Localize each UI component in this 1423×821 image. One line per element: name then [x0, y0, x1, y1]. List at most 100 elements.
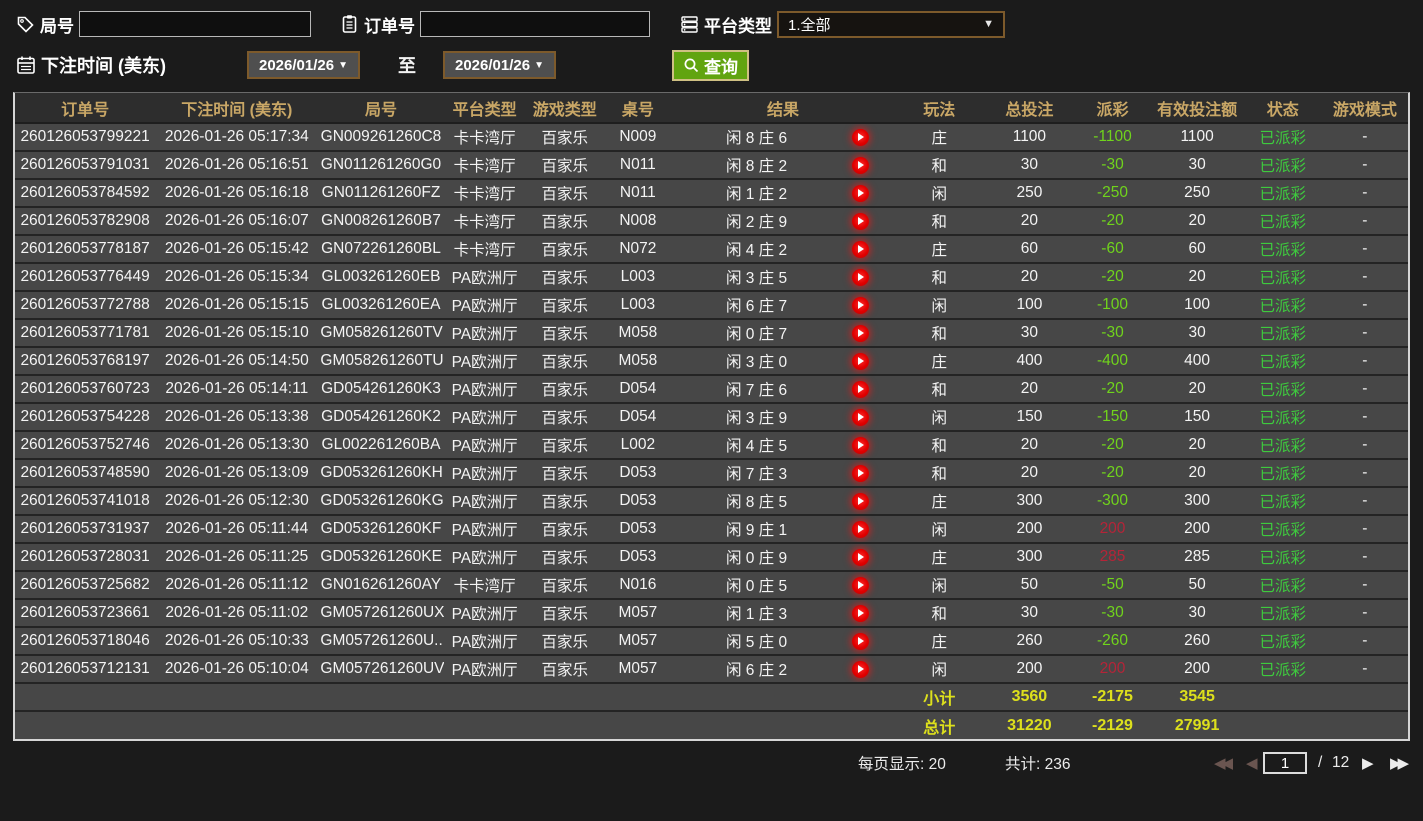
cell-play-type: 庄 [894, 542, 985, 571]
cell-bet-time: 2026-01-26 05:16:18 [155, 178, 319, 207]
play-icon[interactable] [851, 128, 869, 146]
cell-order-no: 260126053752746 [15, 430, 156, 459]
cell-game-mode: - [1321, 486, 1408, 515]
play-icon[interactable] [851, 240, 869, 258]
play-icon[interactable] [851, 520, 869, 538]
cell-table-no: N009 [603, 123, 672, 151]
last-page-button[interactable]: ▶▶ [1390, 754, 1409, 772]
cell-game-no: GN011261260FZ [318, 178, 444, 207]
table-row: 260126053754228 2026-01-26 05:13:38 GD0542… [15, 402, 1408, 431]
total-count-label: 共计: 236 [1005, 756, 1071, 773]
total-row-status-empty [1243, 710, 1322, 739]
cell-table-no: N072 [603, 234, 672, 263]
cell-game-type: 百家乐 [525, 150, 604, 179]
play-icon[interactable] [851, 464, 869, 482]
play-icon[interactable] [851, 212, 869, 230]
play-icon[interactable] [851, 268, 869, 286]
play-icon[interactable] [851, 352, 869, 370]
cell-bet-time: 2026-01-26 05:13:09 [155, 458, 319, 487]
cell-status: 已派彩 [1243, 234, 1322, 263]
play-icon[interactable] [851, 576, 869, 594]
result-text: 闲 7 庄 6 [725, 382, 788, 399]
order-no-input[interactable] [420, 11, 650, 37]
play-icon[interactable] [851, 156, 869, 174]
play-icon[interactable] [851, 548, 869, 566]
play-icon[interactable] [851, 604, 869, 622]
total-row-total-bet: 31220 [984, 710, 1075, 739]
table-row: 260126053731937 2026-01-26 05:11:44 GD0532… [15, 514, 1408, 543]
cell-play-type: 庄 [894, 626, 985, 655]
play-icon[interactable] [851, 184, 869, 202]
cell-result: 闲 0 庄 5 [671, 570, 895, 599]
cell-table-no: N011 [603, 178, 672, 207]
platform-select[interactable]: 1.全部 ▼ [777, 10, 1005, 38]
cell-game-type: 百家乐 [525, 206, 604, 235]
date-to-picker[interactable]: 2026/01/26 ▼ [443, 51, 556, 79]
page-number-input[interactable] [1263, 752, 1307, 774]
cell-platform: PA欧洲厅 [443, 402, 526, 431]
cell-game-mode: - [1321, 178, 1408, 207]
cell-result: 闲 0 庄 9 [671, 542, 895, 571]
cell-game-type: 百家乐 [525, 570, 604, 599]
play-icon[interactable] [851, 492, 869, 510]
table-row: 260126053723661 2026-01-26 05:11:02 GM0572… [15, 598, 1408, 627]
result-text: 闲 3 庄 0 [725, 354, 788, 371]
platform-select-value: 1.全部 [788, 16, 831, 34]
table-header-row: 订单号 下注时间 (美东) 局号 平台类型 游戏类型 桌号 结果 玩法 总投注 派彩 有效投注额 状态… [15, 93, 1408, 124]
column-header-1: 下注时间 (美东) [155, 93, 319, 124]
play-icon[interactable] [851, 296, 869, 314]
cell-game-no: GD053261260KF [318, 514, 444, 543]
cell-payout: -30 [1074, 150, 1151, 179]
column-header-6: 结果 [671, 93, 895, 124]
cell-status: 已派彩 [1243, 654, 1322, 683]
cell-status: 已派彩 [1243, 542, 1322, 571]
chevron-down-icon: ▼ [534, 59, 544, 71]
cell-platform: PA欧洲厅 [443, 430, 526, 459]
first-page-button[interactable]: ◀◀ [1214, 754, 1233, 772]
cell-valid-bet: 285 [1150, 542, 1244, 571]
play-icon[interactable] [851, 380, 869, 398]
cell-game-no: GL003261260EA [318, 290, 444, 319]
cell-valid-bet: 200 [1150, 514, 1244, 543]
bet-records-table: 订单号 下注时间 (美东) 局号 平台类型 游戏类型 桌号 结果 玩法 总投注 派彩 有效投注额 状态… [15, 93, 1408, 739]
cell-result: 闲 7 庄 3 [671, 458, 895, 487]
cell-payout: -20 [1074, 206, 1151, 235]
cell-table-no: L003 [603, 290, 672, 319]
cell-bet-time: 2026-01-26 05:10:33 [155, 626, 319, 655]
game-no-input[interactable] [79, 11, 311, 37]
cell-payout: -20 [1074, 458, 1151, 487]
result-text: 闲 8 庄 5 [725, 494, 788, 511]
result-text: 闲 4 庄 2 [725, 242, 788, 259]
cell-game-mode: - [1321, 150, 1408, 179]
date-from-picker[interactable]: 2026/01/26 ▼ [247, 51, 360, 79]
cell-result: 闲 6 庄 2 [671, 654, 895, 683]
cell-status: 已派彩 [1243, 402, 1322, 431]
next-page-button[interactable]: ▶ [1362, 754, 1378, 772]
play-icon[interactable] [851, 660, 869, 678]
cell-valid-bet: 300 [1150, 486, 1244, 515]
tag-icon [16, 15, 35, 34]
play-icon[interactable] [851, 632, 869, 650]
play-icon[interactable] [851, 408, 869, 426]
cell-status: 已派彩 [1243, 123, 1322, 151]
cell-platform: 卡卡湾厅 [443, 150, 526, 179]
table-row: 260126053799221 2026-01-26 05:17:34 GN0092… [15, 123, 1408, 151]
cell-payout: -1100 [1074, 123, 1151, 151]
cell-status: 已派彩 [1243, 570, 1322, 599]
column-header-7: 玩法 [894, 93, 985, 124]
game-no-label: 局号 [40, 16, 74, 36]
column-header-2: 局号 [318, 93, 444, 124]
prev-page-button[interactable]: ◀ [1246, 754, 1262, 772]
result-text: 闲 6 庄 2 [725, 662, 788, 679]
cell-order-no: 260126053731937 [15, 514, 156, 543]
play-icon[interactable] [851, 436, 869, 454]
cell-valid-bet: 50 [1150, 570, 1244, 599]
cell-bet-time: 2026-01-26 05:14:50 [155, 346, 319, 375]
cell-bet-time: 2026-01-26 05:16:51 [155, 150, 319, 179]
total-pages-label: 12 [1332, 754, 1350, 771]
play-icon[interactable] [851, 324, 869, 342]
cell-platform: 卡卡湾厅 [443, 234, 526, 263]
cell-result: 闲 5 庄 0 [671, 626, 895, 655]
search-button[interactable]: 查询 [672, 49, 749, 81]
column-header-9: 派彩 [1074, 93, 1151, 124]
